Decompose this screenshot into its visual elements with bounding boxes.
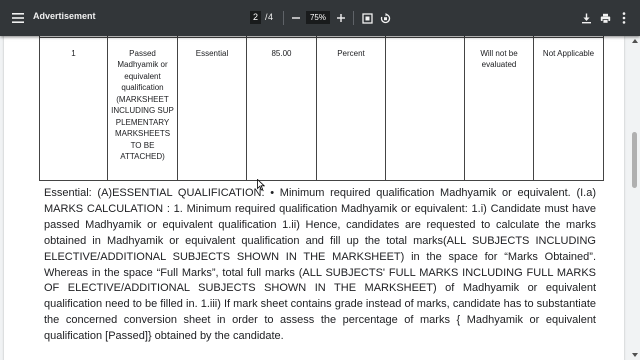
scrollbar-thumb[interactable] — [632, 132, 637, 188]
fit-page-icon — [361, 12, 373, 24]
cell-line: Passed — [129, 48, 156, 58]
cell-line: INCLUDING SUP — [111, 106, 174, 115]
cell-line: TO BE — [130, 140, 155, 150]
toolbar-divider — [283, 11, 284, 25]
type-cell: Essential — [177, 36, 247, 181]
zoom-in-icon — [336, 13, 346, 23]
rotate-button[interactable] — [377, 10, 393, 26]
more-options-button[interactable] — [616, 10, 632, 26]
scroll-up-arrow-icon[interactable] — [632, 39, 638, 43]
document-viewer[interactable]: attempt 1 Passed Madhyamik or equivalent… — [0, 36, 640, 360]
evaluation-cell: Will not be evaluated — [464, 36, 534, 181]
cell-line: ATTACHED) — [120, 152, 165, 161]
essential-qualification-text: Essential: (A)ESSENTIAL QUALIFICATION: •… — [44, 187, 596, 343]
rotate-icon — [380, 12, 391, 24]
value-cell: 85.00 — [246, 36, 317, 181]
cell-line: evaluated — [481, 60, 517, 69]
qualification-cell: Passed Madhyamik or equivalent qualifica… — [107, 36, 178, 181]
cell-line: PLEMENTARY — [115, 117, 170, 127]
fit-page-button[interactable] — [359, 10, 375, 26]
pdf-page: attempt 1 Passed Madhyamik or equivalent… — [4, 36, 624, 360]
document-title: Advertisement — [33, 11, 96, 21]
menu-button[interactable] — [6, 6, 30, 30]
page-number-input[interactable]: 2 — [250, 11, 261, 24]
zoom-level-input[interactable]: 75% — [306, 11, 330, 24]
toolbar-divider — [353, 11, 354, 25]
cell-line: equivalent — [124, 71, 161, 81]
scroll-down-arrow-icon[interactable] — [632, 353, 638, 357]
print-icon — [600, 13, 611, 24]
download-icon — [581, 13, 592, 24]
download-button[interactable] — [578, 10, 594, 26]
cell-line: MARKSHEETS — [114, 129, 171, 138]
zoom-in-button[interactable] — [333, 10, 349, 26]
more-options-icon — [622, 12, 626, 24]
cell-line: (MARKSHEET — [116, 94, 169, 104]
mouse-cursor-icon — [257, 178, 266, 196]
qualification-table: attempt 1 Passed Madhyamik or equivalent… — [39, 36, 604, 181]
page-total: 4 — [268, 12, 274, 22]
pdf-toolbar: Advertisement 2 / 4 75% — [0, 0, 640, 36]
zoom-out-button[interactable] — [288, 10, 304, 26]
cell-line: Madhyamik or — [117, 60, 168, 69]
unit-cell: Percent — [316, 36, 386, 181]
cell-line: qualification — [121, 83, 164, 92]
zoom-out-icon — [291, 13, 301, 23]
serial-cell: 1 — [39, 36, 108, 181]
blank-cell — [385, 36, 465, 181]
table-row: 1 Passed Madhyamik or equivalent qualifi… — [39, 36, 604, 181]
vertical-scrollbar[interactable] — [629, 36, 640, 360]
print-button[interactable] — [597, 10, 613, 26]
cell-line: Will not be — [480, 48, 518, 58]
menu-icon — [12, 13, 24, 23]
applicability-cell: Not Applicable — [533, 36, 604, 181]
